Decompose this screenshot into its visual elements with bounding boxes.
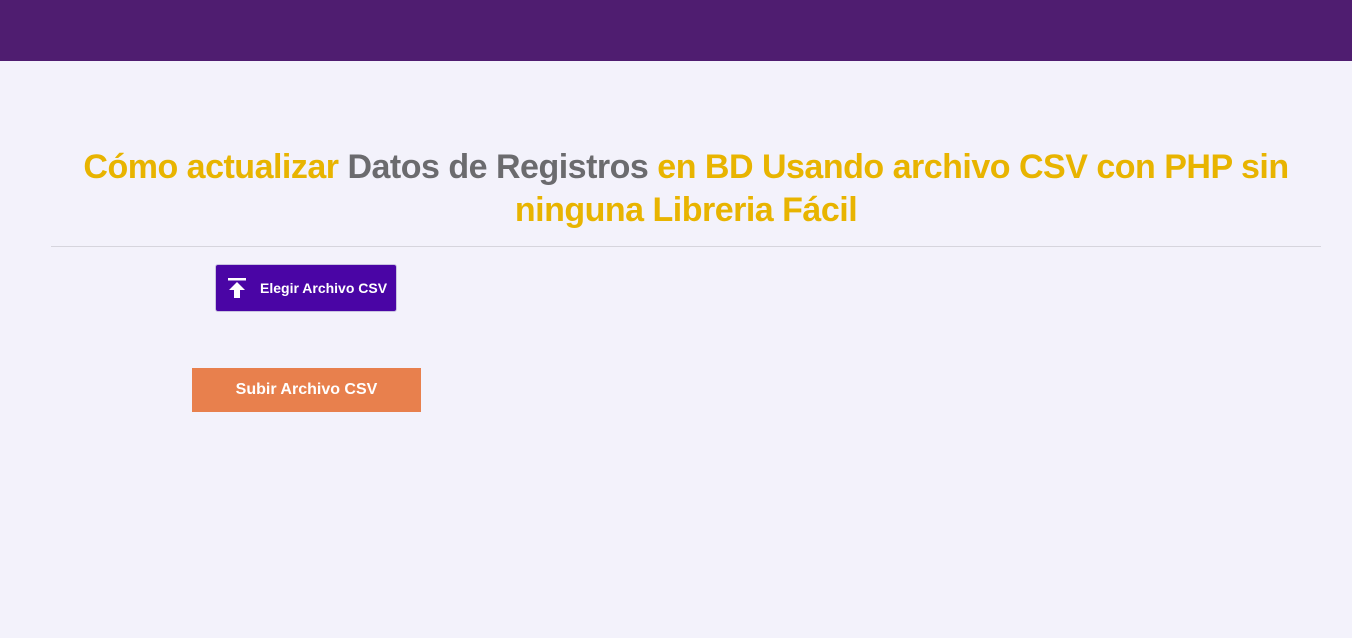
submit-upload-button[interactable]: Subir Archivo CSV <box>192 368 421 412</box>
choose-file-button[interactable]: Elegir Archivo CSV <box>215 264 397 312</box>
title-part-2: Datos de Registros <box>347 148 649 186</box>
page-title: Cómo actualizar Datos de Registros en BD… <box>51 146 1321 232</box>
choose-file-label: Elegir Archivo CSV <box>260 280 388 296</box>
title-part-1: Cómo actualizar <box>83 148 339 186</box>
divider <box>51 246 1321 247</box>
top-navbar <box>0 0 1352 61</box>
upload-icon <box>227 277 247 299</box>
